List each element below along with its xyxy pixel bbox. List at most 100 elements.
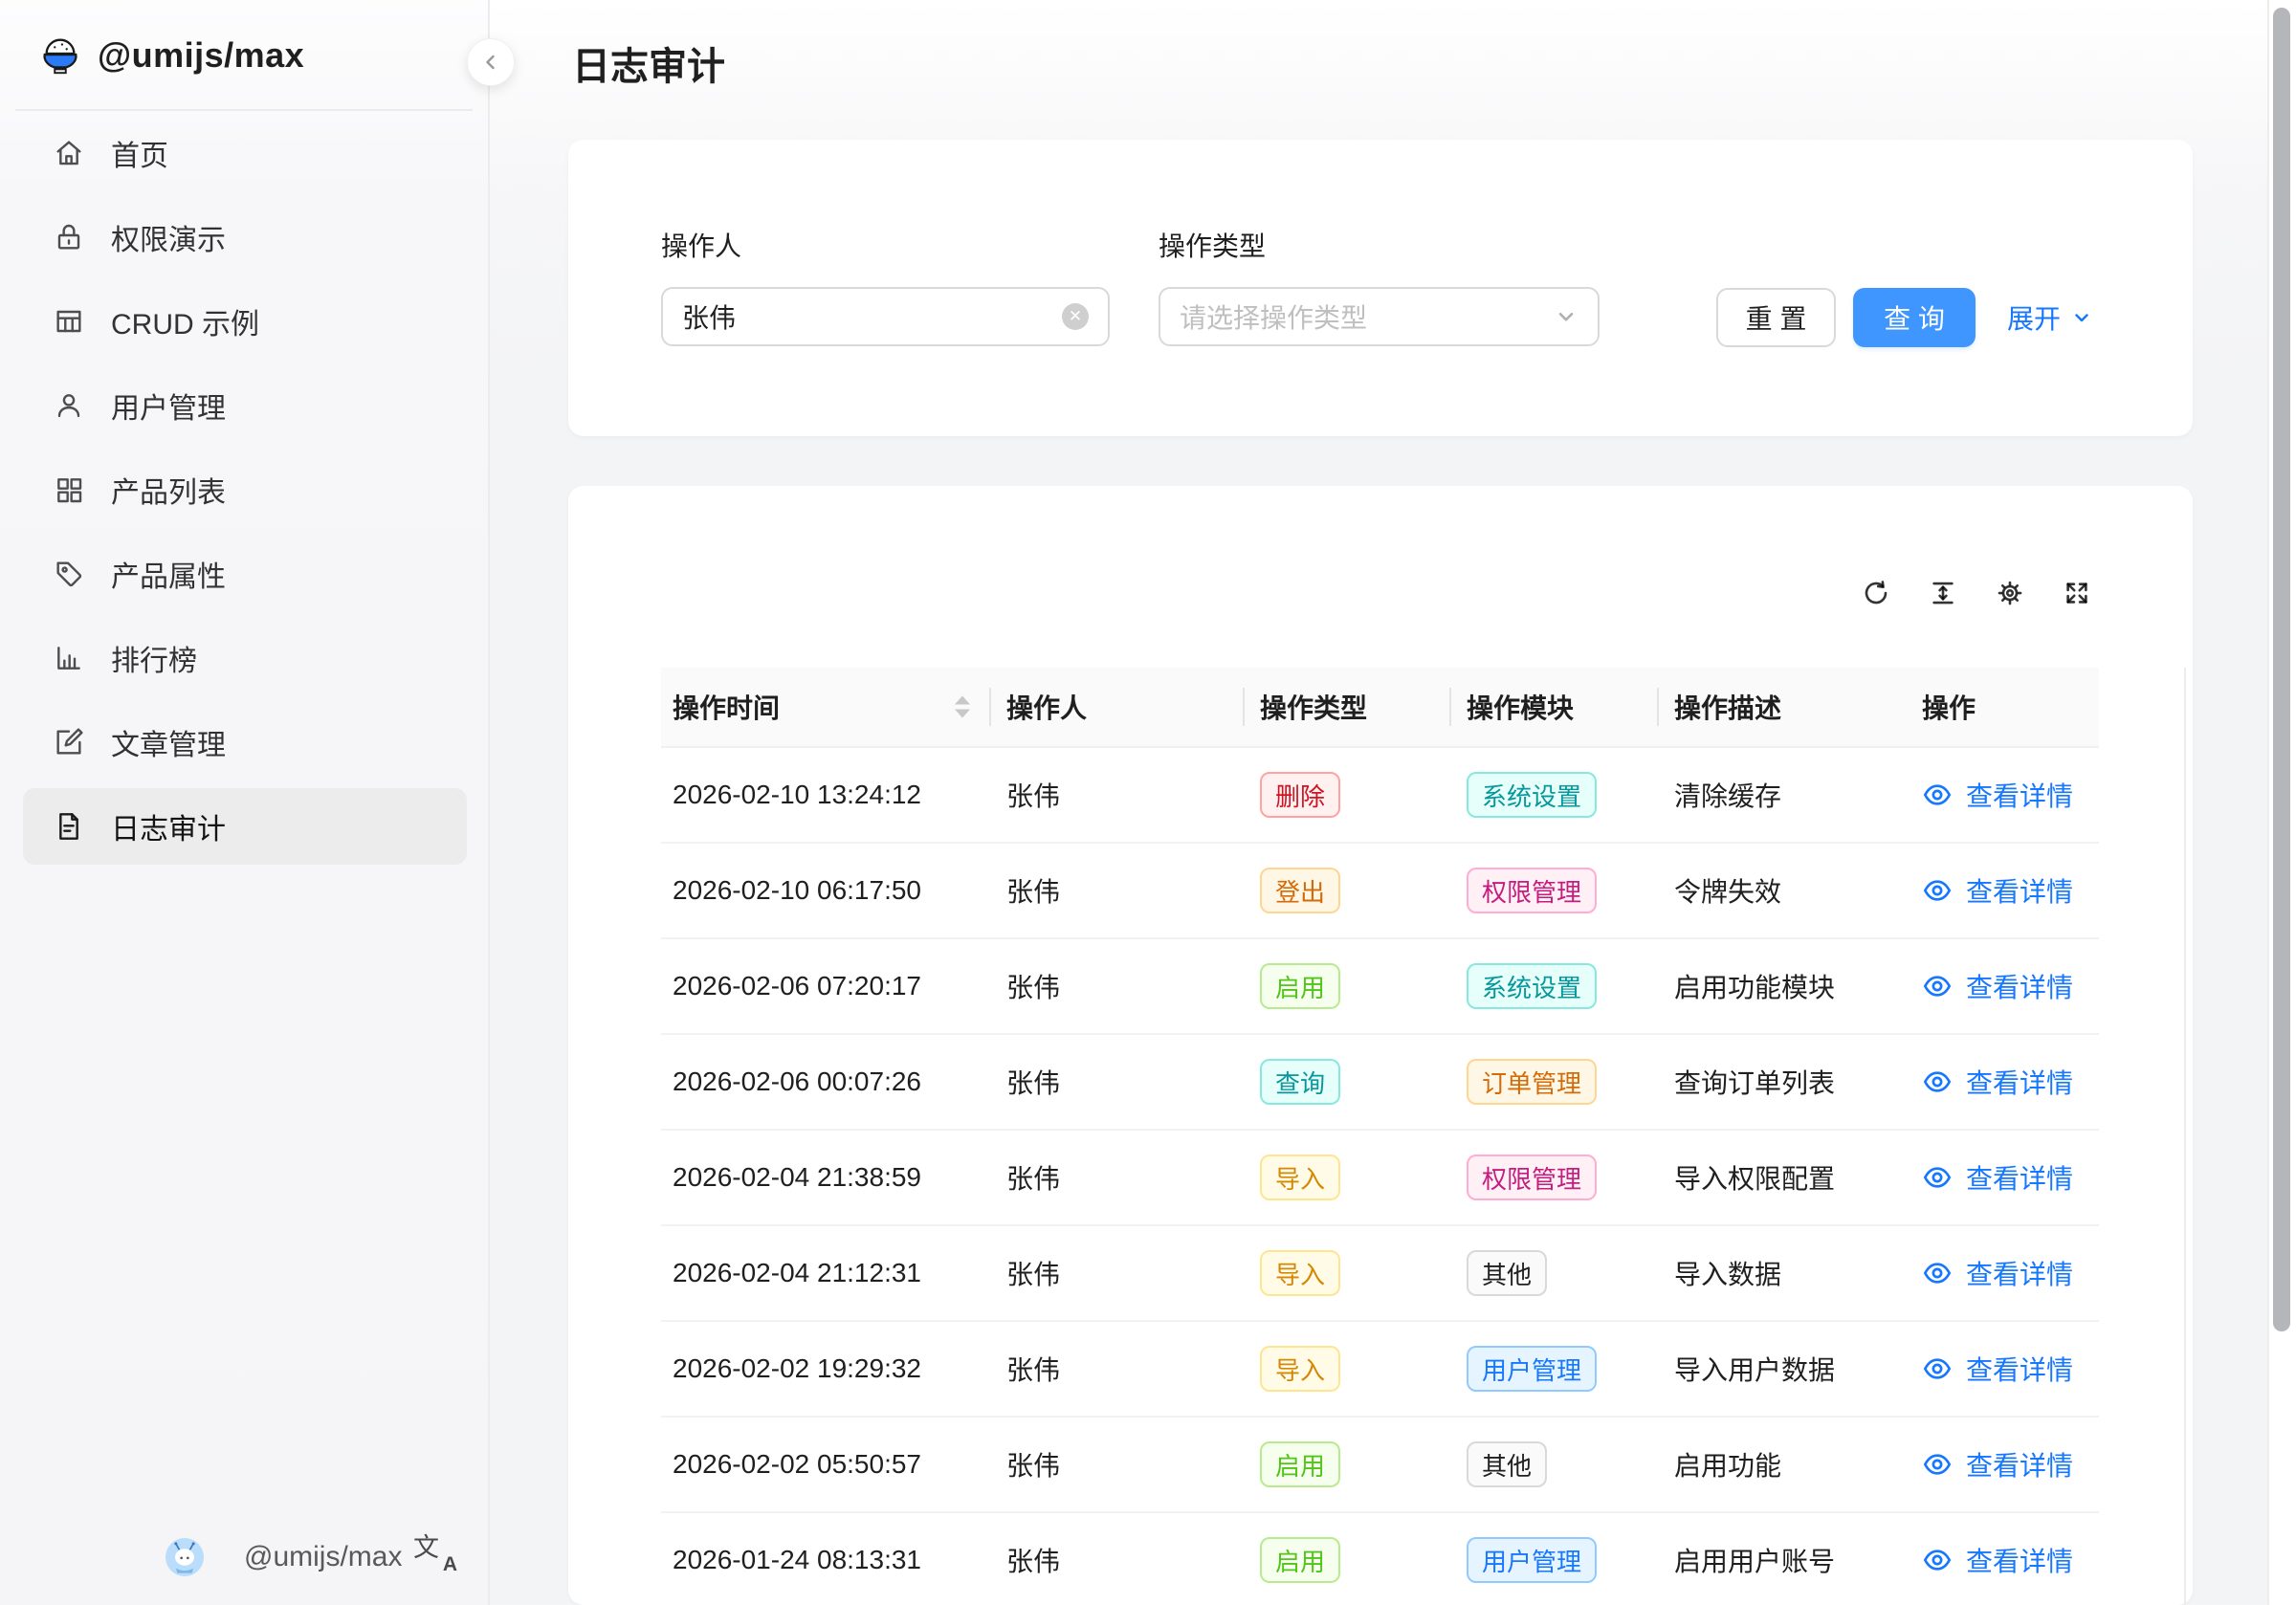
cell-module: 其他 (1451, 1441, 1659, 1487)
operator-label: 操作人 (661, 231, 741, 263)
cell-type: 导入 (1245, 1346, 1451, 1392)
table-row: 2026-01-24 08:13:31 张伟 启用 用户管理 启用用户账号 查看… (661, 1513, 2099, 1605)
type-tag: 启用 (1260, 1537, 1340, 1583)
cell-action: 查看详情 (1893, 1445, 2099, 1484)
sidebar-item-permission[interactable]: 权限演示 (23, 199, 467, 275)
audit-log-table: 操作时间 操作人 操作类型 操作模块 操作描述 操作 2026-02-10 13… (661, 668, 2099, 1605)
view-detail-link[interactable]: 查看详情 (1922, 1350, 2099, 1388)
operator-value: 张伟 (682, 297, 736, 336)
brand[interactable]: @umijs/max (38, 31, 304, 80)
sidebar-item-crud[interactable]: CRUD 示例 (23, 283, 467, 360)
column-header-time[interactable]: 操作时间 (661, 668, 991, 746)
table-row: 2026-02-10 13:24:12 张伟 删除 系统设置 清除缓存 查看详情 (661, 748, 2099, 844)
view-detail-link[interactable]: 查看详情 (1922, 776, 2099, 814)
cell-module: 用户管理 (1451, 1537, 1659, 1583)
eye-icon (1922, 971, 1953, 1001)
cell-type: 导入 (1245, 1250, 1451, 1296)
cell-time: 2026-02-04 21:38:59 (661, 1162, 991, 1193)
sorter-icon[interactable] (955, 696, 970, 718)
expand-link[interactable]: 展开 (2007, 288, 2093, 347)
view-detail-link[interactable]: 查看详情 (1922, 967, 2099, 1005)
module-tag: 订单管理 (1467, 1059, 1597, 1105)
table-icon (54, 306, 84, 337)
cell-time: 2026-02-06 07:20:17 (661, 971, 991, 1001)
module-tag: 用户管理 (1467, 1537, 1597, 1583)
view-detail-link[interactable]: 查看详情 (1922, 871, 2099, 910)
type-tag: 查询 (1260, 1059, 1340, 1105)
sidebar-item-attributes[interactable]: 产品属性 (23, 536, 467, 612)
sidebar-menu: 首页 权限演示 CRUD 示例 用户管理 产品列表 产品属性 排行榜 文章管理 (23, 115, 467, 872)
cell-time: 2026-02-02 19:29:32 (661, 1353, 991, 1384)
cell-desc: 导入用户数据 (1659, 1350, 1893, 1388)
query-button[interactable]: 查 询 (1853, 288, 1976, 347)
cell-user: 张伟 (991, 1445, 1245, 1484)
view-detail-link[interactable]: 查看详情 (1922, 1158, 2099, 1197)
sidebar-item-users[interactable]: 用户管理 (23, 367, 467, 444)
type-tag: 启用 (1260, 1441, 1340, 1487)
type-select[interactable]: 请选择操作类型 (1159, 287, 1600, 346)
cell-type: 导入 (1245, 1154, 1451, 1200)
sidebar: @umijs/max 首页 权限演示 CRUD 示例 用户管理 产品列表 产品属… (0, 0, 490, 1605)
appstore-icon (54, 474, 84, 505)
chevron-down-icon (1554, 304, 1578, 329)
cell-time: 2026-02-04 21:12:31 (661, 1258, 991, 1288)
clear-icon[interactable]: ✕ (1062, 303, 1089, 330)
column-header-desc: 操作描述 (1659, 668, 1893, 746)
cell-time: 2026-02-10 06:17:50 (661, 875, 991, 906)
cell-desc: 查询订单列表 (1659, 1063, 1893, 1101)
sidebar-item-label: 日志审计 (111, 805, 226, 847)
sidebar-item-ranking[interactable]: 排行榜 (23, 620, 467, 696)
module-tag: 系统设置 (1467, 963, 1597, 1009)
sidebar-item-audit-log[interactable]: 日志审计 (23, 788, 467, 865)
type-tag: 导入 (1260, 1154, 1340, 1200)
column-height-icon[interactable] (1929, 579, 1957, 607)
table-row: 2026-02-06 07:20:17 张伟 启用 系统设置 启用功能模块 查看… (661, 939, 2099, 1035)
cell-module: 权限管理 (1451, 868, 1659, 913)
reset-button[interactable]: 重 置 (1716, 288, 1836, 347)
table-row: 2026-02-06 00:07:26 张伟 查询 订单管理 查询订单列表 查看… (661, 1035, 2099, 1131)
column-header-action: 操作 (1893, 668, 2099, 746)
cell-action: 查看详情 (1893, 1254, 2099, 1292)
file-text-icon (54, 811, 84, 842)
sidebar-collapse-button[interactable] (467, 38, 515, 86)
sidebar-item-articles[interactable]: 文章管理 (23, 704, 467, 781)
reload-icon[interactable] (1862, 579, 1890, 607)
cell-type: 启用 (1245, 963, 1451, 1009)
cell-user: 张伟 (991, 1254, 1245, 1292)
sidebar-item-home[interactable]: 首页 (23, 115, 467, 191)
expand-label: 展开 (2007, 298, 2061, 337)
user-icon (54, 390, 84, 421)
filter-card: 操作人 张伟 ✕ 操作类型 请选择操作类型 重 置 查 询 展开 (568, 140, 2193, 436)
sidebar-item-label: 产品列表 (111, 469, 226, 511)
view-detail-link[interactable]: 查看详情 (1922, 1445, 2099, 1484)
cell-time: 2026-02-06 00:07:26 (661, 1066, 991, 1097)
column-header-type: 操作类型 (1245, 668, 1451, 746)
cell-user: 张伟 (991, 871, 1245, 910)
page-scrollbar-thumb[interactable] (2273, 8, 2290, 1331)
sidebar-item-label: 排行榜 (111, 637, 197, 679)
module-tag: 权限管理 (1467, 1154, 1597, 1200)
cell-type: 启用 (1245, 1441, 1451, 1487)
view-detail-link[interactable]: 查看详情 (1922, 1063, 2099, 1101)
tag-icon (54, 559, 84, 589)
fullscreen-icon[interactable] (2063, 579, 2091, 607)
sidebar-item-products[interactable]: 产品列表 (23, 451, 467, 528)
setting-icon[interactable] (1996, 579, 2024, 607)
avatar[interactable] (166, 1538, 204, 1576)
operator-input[interactable]: 张伟 ✕ (661, 287, 1110, 346)
table-row: 2026-02-04 21:12:31 张伟 导入 其他 导入数据 查看详情 (661, 1226, 2099, 1322)
cell-module: 系统设置 (1451, 772, 1659, 818)
cell-module: 系统设置 (1451, 963, 1659, 1009)
view-detail-link[interactable]: 查看详情 (1922, 1254, 2099, 1292)
module-tag: 系统设置 (1467, 772, 1597, 818)
cell-action: 查看详情 (1893, 871, 2099, 910)
brand-title: @umijs/max (98, 35, 304, 76)
view-detail-link[interactable]: 查看详情 (1922, 1541, 2099, 1579)
translate-icon[interactable]: 文A (413, 1530, 455, 1572)
cell-user: 张伟 (991, 967, 1245, 1005)
cell-time: 2026-02-10 13:24:12 (661, 780, 991, 810)
translate-zh-glyph: 文 (413, 1527, 439, 1564)
eye-icon (1922, 780, 1953, 810)
module-tag: 用户管理 (1467, 1346, 1597, 1392)
eye-icon (1922, 1066, 1953, 1097)
